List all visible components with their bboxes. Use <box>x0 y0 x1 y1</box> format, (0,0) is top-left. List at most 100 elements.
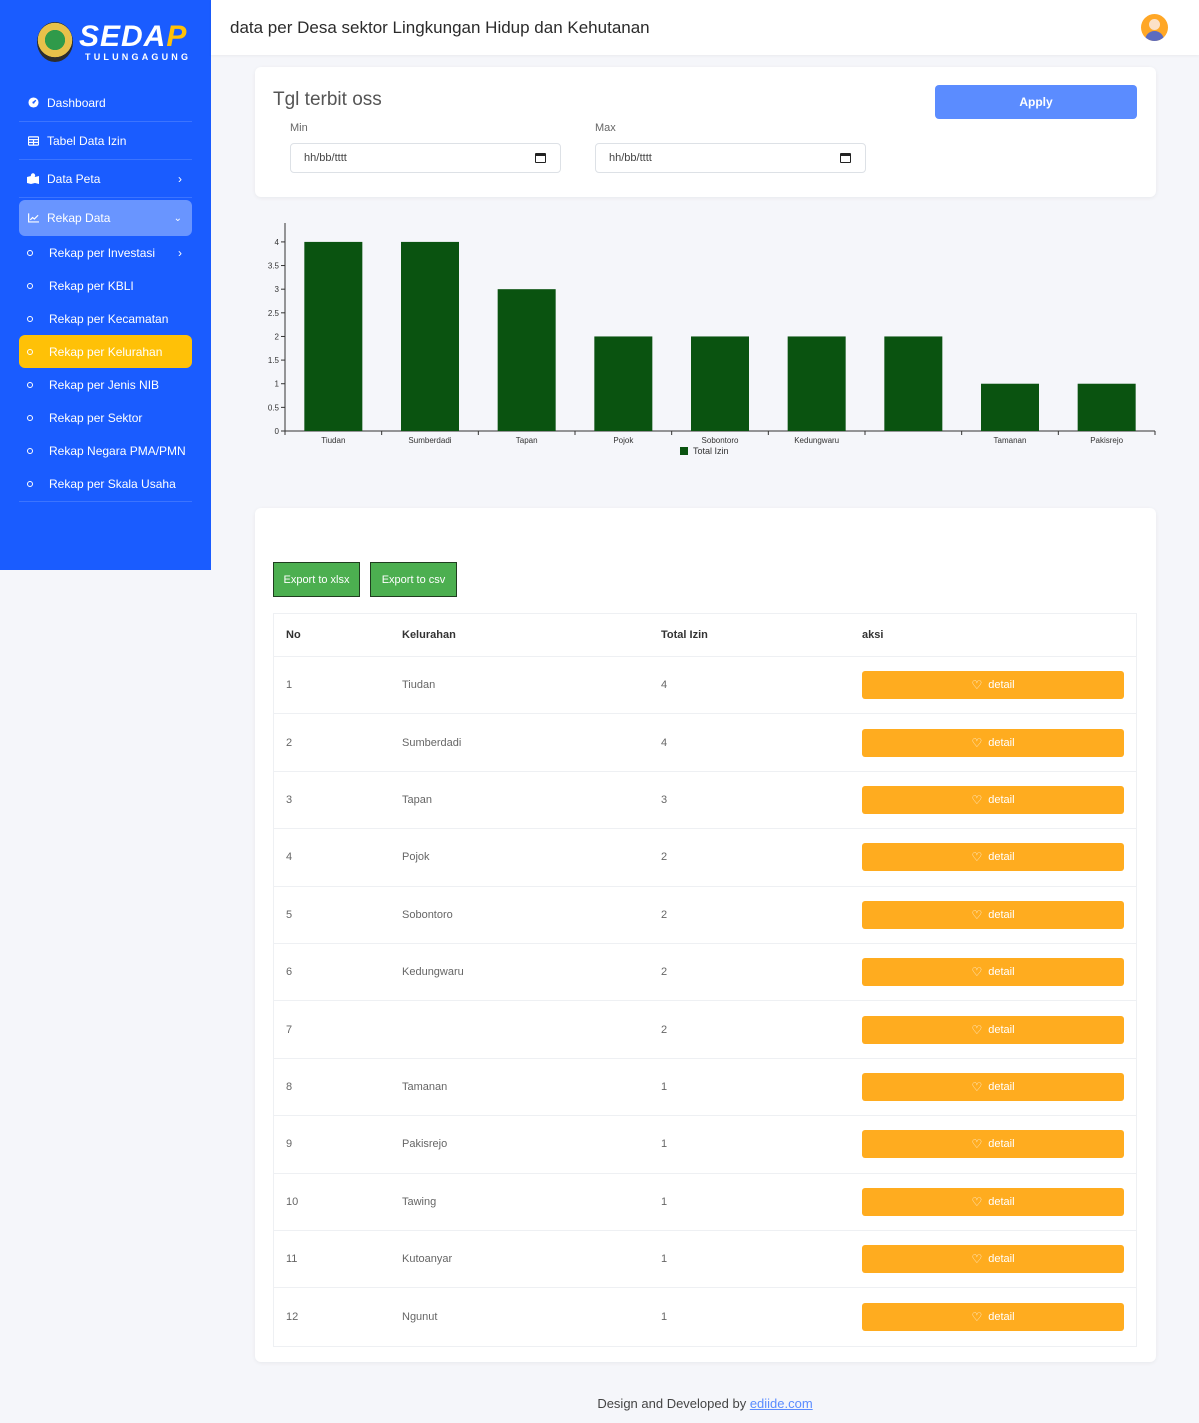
detail-button[interactable]: ♡ detail <box>862 843 1124 872</box>
legend-label: Total Izin <box>693 446 729 456</box>
chevron-down-icon: ⌄ <box>173 212 182 224</box>
sidebar-item-data-peta[interactable]: Data Peta › <box>19 160 192 198</box>
data-table: No Kelurahan Total Izin aksi 1 Tiudan 4 ♡ de… <box>273 613 1137 1347</box>
table-row: 1 Tiudan 4 ♡ detail <box>274 657 1136 715</box>
circle-icon <box>27 315 33 322</box>
calendar-icon[interactable] <box>840 153 851 163</box>
table-row: 3 Tapan 3 ♡ detail <box>274 772 1136 830</box>
x-tick-label: Tamanan <box>994 436 1027 445</box>
sidebar-subitem-rekap-skala-usaha[interactable]: Rekap per Skala Usaha <box>19 467 192 500</box>
sidebar-subitem-label: Rekap per Kecamatan <box>49 311 169 326</box>
calendar-icon[interactable] <box>535 153 546 163</box>
cell-total: 2 <box>661 851 668 864</box>
sidebar-item-rekap-data[interactable]: Rekap Data ⌄ <box>19 200 192 236</box>
circle-icon <box>27 348 33 355</box>
sidebar-item-tabel-data-izin[interactable]: Tabel Data Izin <box>19 122 192 160</box>
cell-kelurahan: Ngunut <box>402 1310 438 1323</box>
detail-button[interactable]: ♡ detail <box>862 1302 1124 1331</box>
page-title: data per Desa sektor Lingkungan Hidup da… <box>230 17 650 37</box>
circle-icon <box>27 480 33 487</box>
date-filter-card: Tgl terbit oss Min hh/bb/tttt Max hh/bb/… <box>255 67 1156 197</box>
sidebar-subitem-rekap-negara[interactable]: Rekap Negara PMA/PMN <box>19 434 192 467</box>
x-tick-label: Tiudan <box>321 436 345 445</box>
map-icon <box>27 173 39 185</box>
header-total[interactable]: Total Izin <box>661 629 708 641</box>
max-date-value: hh/bb/tttt <box>609 152 652 164</box>
detail-button[interactable]: ♡ detail <box>862 1072 1124 1101</box>
sidebar-subitem-rekap-kbli[interactable]: Rekap per KBLI <box>19 269 192 302</box>
footer-link[interactable]: ediide.com <box>750 1396 813 1411</box>
detail-button[interactable]: ♡ detail <box>862 1245 1124 1274</box>
x-tick-label: Tapan <box>516 436 538 445</box>
sidebar-subitem-rekap-sektor[interactable]: Rekap per Sektor <box>19 401 192 434</box>
apply-button[interactable]: Apply <box>935 85 1137 119</box>
header-no[interactable]: No <box>286 629 301 641</box>
cell-kelurahan: Pakisrejo <box>402 1138 448 1151</box>
detail-label: detail <box>988 1023 1015 1036</box>
bar <box>884 336 943 431</box>
detail-button[interactable]: ♡ detail <box>862 785 1124 814</box>
cell-kelurahan: Sobontoro <box>402 908 453 921</box>
detail-button[interactable]: ♡ detail <box>862 728 1124 757</box>
sidebar-subitem-label: Rekap per Sektor <box>49 410 143 425</box>
cell-total: 2 <box>661 966 668 979</box>
detail-button[interactable]: ♡ detail <box>862 1130 1124 1159</box>
export-csv-button[interactable]: Export to csv <box>370 562 457 597</box>
table-body: 1 Tiudan 4 ♡ detail 2 Sumberdadi 4 ♡ detail 3 Tapan… <box>274 657 1136 1346</box>
sidebar-subitem-rekap-kecamatan[interactable]: Rekap per Kecamatan <box>19 302 192 335</box>
cell-total: 4 <box>661 679 668 692</box>
brand-logo[interactable]: SEDAP TULUNGAGUNG <box>0 0 211 84</box>
table-row: 9 Pakisrejo 1 ♡ detail <box>274 1116 1136 1174</box>
bar <box>594 336 653 431</box>
min-label: Min <box>290 122 308 134</box>
brand-name-accent: P <box>166 20 188 53</box>
detail-label: detail <box>988 966 1015 979</box>
detail-label: detail <box>988 793 1015 806</box>
cell-no: 11 <box>286 1253 298 1266</box>
sidebar-item-label: Data Peta <box>47 171 101 186</box>
max-date-input[interactable]: hh/bb/tttt <box>595 143 866 173</box>
sidebar-subitem-label: Rekap Negara PMA/PMN <box>49 443 186 458</box>
cell-kelurahan: Pojok <box>402 851 430 864</box>
cell-kelurahan: Tamanan <box>402 1080 448 1093</box>
detail-button[interactable]: ♡ detail <box>862 900 1124 929</box>
footer-text: Design and Developed by <box>597 1396 750 1411</box>
sidebar-subitem-rekap-investasi[interactable]: Rekap per Investasi › <box>19 236 192 269</box>
detail-label: detail <box>988 908 1015 921</box>
table-row: 5 Sobontoro 2 ♡ detail <box>274 887 1136 944</box>
detail-label: detail <box>988 1080 1015 1093</box>
export-xlsx-button[interactable]: Export to xlsx <box>273 562 360 597</box>
cell-no: 5 <box>286 908 293 921</box>
chevron-right-icon: › <box>178 245 182 260</box>
detail-label: detail <box>988 736 1015 749</box>
detail-button[interactable]: ♡ detail <box>862 671 1124 700</box>
y-tick-label: 4 <box>275 238 280 247</box>
top-header: data per Desa sektor Lingkungan Hidup da… <box>211 0 1199 55</box>
circle-icon <box>27 282 33 289</box>
y-tick-label: 3.5 <box>268 262 280 271</box>
header-kelurahan[interactable]: Kelurahan <box>402 629 456 641</box>
avatar[interactable] <box>1141 14 1168 41</box>
cell-no: 2 <box>286 736 293 749</box>
bar <box>1077 383 1136 431</box>
cell-no: 9 <box>286 1138 293 1151</box>
sidebar-item-dashboard[interactable]: Dashboard <box>19 84 192 122</box>
x-tick-label: Kedungwaru <box>794 436 839 445</box>
sidebar-subitem-rekap-kelurahan[interactable]: Rekap per Kelurahan <box>19 335 192 368</box>
dashboard-icon <box>27 97 39 109</box>
x-tick-label: Pakisrejo <box>1090 436 1123 445</box>
min-date-input[interactable]: hh/bb/tttt <box>290 143 561 173</box>
sidebar-subitem-rekap-jenis-nib[interactable]: Rekap per Jenis NIB <box>19 368 192 401</box>
cell-total: 1 <box>661 1253 668 1266</box>
detail-button[interactable]: ♡ detail <box>862 1187 1124 1216</box>
cell-no: 7 <box>286 1023 293 1036</box>
detail-button[interactable]: ♡ detail <box>862 1015 1124 1044</box>
table-row: 8 Tamanan 1 ♡ detail <box>274 1059 1136 1117</box>
heart-icon: ♡ <box>971 678 983 693</box>
cell-no: 1 <box>286 679 293 692</box>
heart-icon: ♡ <box>971 965 983 980</box>
table-icon <box>27 135 39 147</box>
table-row: 11 Kutoanyar 1 ♡ detail <box>274 1231 1136 1289</box>
detail-button[interactable]: ♡ detail <box>862 958 1124 987</box>
bar <box>981 383 1039 431</box>
